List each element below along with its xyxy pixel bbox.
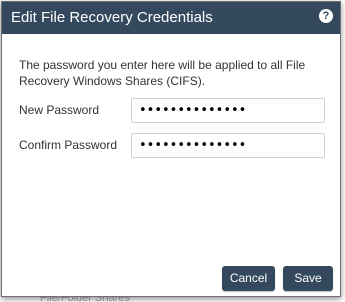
confirm-password-label: Confirm Password <box>19 138 118 152</box>
cancel-button[interactable]: Cancel <box>222 266 275 291</box>
new-password-input[interactable] <box>131 98 325 123</box>
help-icon[interactable]: ? <box>319 9 333 23</box>
new-password-label: New Password <box>19 103 100 117</box>
edit-credentials-dialog: Edit File Recovery Credentials ? The pas… <box>1 1 341 297</box>
screen: File/Folder Shares Edit File Recovery Cr… <box>0 0 345 302</box>
save-button[interactable]: Save <box>283 266 333 291</box>
dialog-title: Edit File Recovery Credentials <box>11 9 213 26</box>
dialog-titlebar: Edit File Recovery Credentials ? <box>2 2 340 34</box>
dialog-description: The password you enter here will be appl… <box>19 58 306 88</box>
confirm-password-input[interactable] <box>131 133 325 158</box>
